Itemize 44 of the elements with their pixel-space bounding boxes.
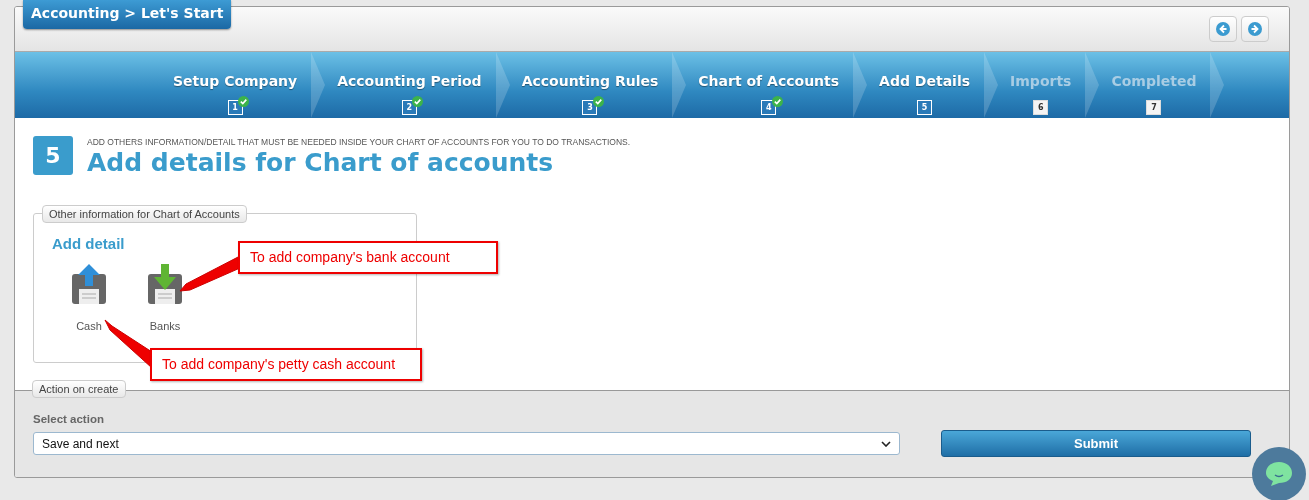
check-icon: [412, 96, 424, 107]
callout-arrow: [179, 255, 241, 292]
panel-legend: Other information for Chart of Accounts: [42, 205, 247, 223]
chevron-divider: [672, 52, 687, 118]
chevron-divider: [853, 52, 868, 118]
floppy-upload-icon[interactable]: [70, 264, 108, 304]
chat-bubble-icon: [1265, 461, 1293, 487]
floppy-download-icon[interactable]: [146, 264, 184, 304]
check-icon: [593, 96, 604, 107]
chevron-divider: [984, 52, 999, 118]
step-number: 5: [917, 100, 933, 115]
step-label: Accounting Period: [337, 73, 482, 89]
step-number-badge: 5: [33, 136, 73, 175]
step-label: Accounting Rules: [521, 73, 659, 89]
section-heading: Add detail: [52, 235, 126, 252]
chevron-down-icon: [881, 440, 891, 447]
item-label[interactable]: Cash: [76, 320, 102, 332]
step-label: Chart of Accounts: [698, 73, 840, 89]
check-icon: [771, 96, 783, 107]
previous-button[interactable]: [1209, 16, 1237, 42]
chevron-divider: [1210, 52, 1225, 118]
step-label: Imports: [1010, 73, 1072, 89]
chevron-divider: [311, 52, 326, 118]
panel-legend: Action on create: [32, 380, 126, 398]
step-label: Completed: [1111, 73, 1197, 89]
step-label: Setup Company: [173, 73, 298, 89]
action-select[interactable]: Save and next: [33, 432, 900, 455]
next-button[interactable]: [1241, 16, 1269, 42]
check-icon: [238, 96, 250, 107]
chevron-divider: [495, 52, 510, 118]
right-arrow-icon: [1248, 22, 1262, 36]
submit-button[interactable]: Submit: [941, 430, 1251, 457]
field-label: Select action: [33, 413, 105, 425]
callout-note: To add company's petty cash account: [150, 348, 422, 381]
callout-note: To add company's bank account: [238, 241, 498, 274]
step-number: 6: [1033, 100, 1049, 115]
chat-button[interactable]: [1252, 447, 1306, 500]
step-description: ADD OTHERS INFORMATION/DETAIL THAT MUST BE NEEDED INSIDE YOUR CHART OF ACCOUNTS FOR YOU TO DO TRANSACTIONS.: [87, 137, 631, 147]
step-label: Add Details: [879, 73, 971, 89]
chevron-divider: [1085, 52, 1100, 118]
step-number: 7: [1146, 100, 1162, 115]
page-title: Add details for Chart of accounts: [87, 148, 555, 177]
item-label[interactable]: Banks: [149, 320, 181, 332]
left-arrow-icon: [1216, 22, 1230, 36]
